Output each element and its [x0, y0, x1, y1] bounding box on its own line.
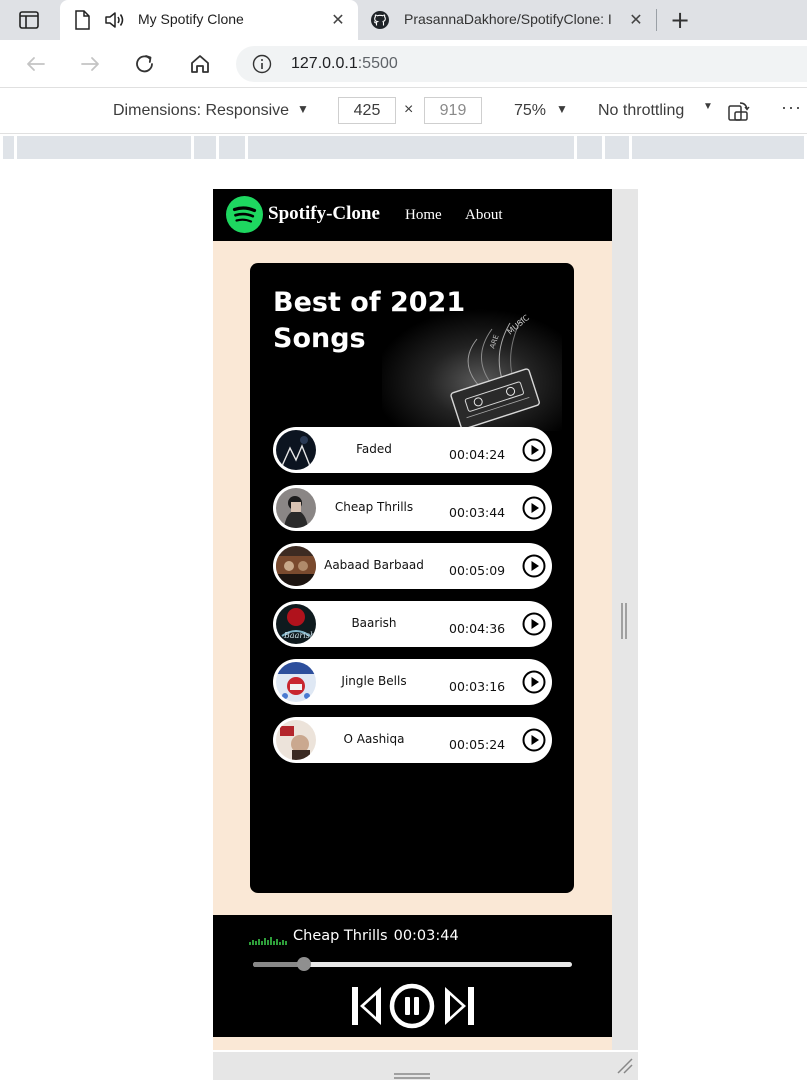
sidebar-toggle-icon[interactable] [18, 9, 40, 31]
media-query-segment[interactable] [17, 136, 191, 159]
caret-down-icon[interactable]: ▼ [703, 101, 713, 112]
zoom-select[interactable]: 75% [514, 102, 546, 120]
song-duration: 00:04:36 [449, 621, 506, 636]
media-query-segment[interactable] [632, 136, 804, 159]
resize-handle-bottom-icon[interactable] [394, 1064, 430, 1079]
speaker-icon[interactable] [104, 9, 126, 35]
url-port: :5500 [357, 55, 398, 72]
media-query-segment[interactable] [194, 136, 216, 159]
media-query-bar[interactable] [0, 136, 807, 159]
song-name: Aabaad Barbaad [324, 558, 424, 572]
player-bar: Cheap Thrills 00:03:44 [213, 915, 612, 1037]
close-tab-icon[interactable]: ✕ [327, 9, 349, 31]
tab-github-spotifyclone[interactable]: PrasannaDakhore/SpotifyClone: I ✕ [362, 0, 654, 40]
song-item[interactable]: Jingle Bells 00:03:16 [273, 659, 552, 705]
song-cover-image [276, 488, 316, 528]
nav-link-about[interactable]: About [465, 207, 503, 224]
more-options-icon[interactable]: ··· [781, 97, 802, 118]
device-toolbar: Dimensions: Responsive ▼ 425 × 919 75% ▼… [0, 89, 807, 134]
song-item[interactable]: Cheap Thrills 00:03:44 [273, 485, 552, 531]
media-query-segment[interactable] [577, 136, 602, 159]
url-input[interactable]: 127.0.0.1:5500 [236, 46, 807, 82]
song-duration: 00:05:24 [449, 737, 506, 752]
song-duration: 00:03:16 [449, 679, 506, 694]
play-icon[interactable] [522, 728, 546, 752]
play-icon[interactable] [522, 496, 546, 520]
song-name: O Aashiqa [343, 732, 405, 746]
previous-icon[interactable] [351, 985, 383, 1031]
song-item[interactable]: Baarish Baarish 00:04:36 [273, 601, 552, 647]
document-icon [74, 10, 90, 34]
tab-my-spotify-clone[interactable]: My Spotify Clone ✕ [60, 0, 358, 40]
tab-divider [656, 9, 657, 31]
song-cover-image [276, 430, 316, 470]
song-name: Cheap Thrills [334, 500, 414, 514]
browser-tab-bar: My Spotify Clone ✕ PrasannaDakhore/Spoti… [0, 0, 807, 40]
song-name: Baarish [351, 616, 397, 630]
media-query-segment[interactable] [248, 136, 574, 159]
tab-title: PrasannaDakhore/SpotifyClone: I [404, 11, 612, 27]
width-input[interactable]: 425 [338, 97, 396, 124]
song-cover-image: Baarish [276, 604, 316, 644]
playlist-container: ARE MUSIC Best of 2021 Songs Faded 00:04… [250, 263, 574, 893]
svg-text:Baarish: Baarish [283, 631, 315, 640]
next-icon[interactable] [443, 985, 475, 1031]
device-viewport: Spotify-Clone Home About ARE MUSIC Best … [213, 189, 612, 1050]
song-name: Faded [356, 442, 392, 456]
dimensions-select[interactable]: Dimensions: Responsive [113, 102, 289, 120]
song-name: Jingle Bells [341, 674, 407, 688]
pause-icon[interactable] [389, 983, 435, 1033]
song-item[interactable]: O Aashiqa 00:05:24 [273, 717, 552, 763]
info-icon[interactable] [252, 54, 272, 78]
play-icon[interactable] [522, 670, 546, 694]
dimension-separator: × [404, 101, 414, 118]
song-cover-image [276, 720, 316, 760]
height-input[interactable]: 919 [424, 97, 482, 124]
spotify-logo-icon[interactable] [226, 196, 263, 233]
progress-thumb[interactable] [297, 957, 311, 971]
resize-handle-right-icon[interactable] [620, 603, 628, 639]
song-item[interactable]: Aabaad Barbaad 00:05:09 [273, 543, 552, 589]
home-icon[interactable] [186, 50, 214, 78]
equalizer-animation [249, 937, 287, 945]
playlist-title: Best of 2021 Songs [273, 287, 466, 354]
nav-link-home[interactable]: Home [405, 207, 442, 224]
address-bar: 127.0.0.1:5500 [0, 40, 807, 88]
rotate-icon[interactable] [727, 100, 751, 127]
song-duration: 00:05:09 [449, 563, 506, 578]
navbar: Spotify-Clone Home About [213, 189, 612, 241]
play-icon[interactable] [522, 612, 546, 636]
url-text: 127.0.0.1:5500 [291, 55, 398, 73]
caret-down-icon[interactable]: ▼ [297, 102, 309, 116]
caret-down-icon[interactable]: ▼ [556, 102, 568, 116]
refresh-icon[interactable] [131, 50, 159, 78]
play-icon[interactable] [522, 438, 546, 462]
url-host: 127.0.0.1 [291, 55, 358, 72]
song-item[interactable]: Faded 00:04:24 [273, 427, 552, 473]
now-playing-info: Cheap Thrills 00:03:44 [293, 928, 459, 944]
throttling-select[interactable]: No throttling [598, 102, 684, 120]
new-tab-icon[interactable]: + [666, 6, 694, 34]
song-cover-image [276, 546, 316, 586]
back-icon[interactable] [22, 50, 50, 78]
media-query-segment[interactable] [605, 136, 629, 159]
close-tab-icon[interactable]: ✕ [625, 9, 647, 31]
song-duration: 00:03:44 [449, 505, 506, 520]
now-playing-duration: 00:03:44 [393, 928, 459, 944]
media-query-segment[interactable] [3, 136, 14, 159]
forward-icon[interactable] [76, 50, 104, 78]
resize-handle-corner-icon[interactable] [616, 1057, 634, 1079]
song-cover-image [276, 662, 316, 702]
github-icon [370, 10, 390, 34]
play-icon[interactable] [522, 554, 546, 578]
progress-slider[interactable] [253, 957, 572, 971]
now-playing-song: Cheap Thrills [293, 928, 388, 944]
tab-title: My Spotify Clone [138, 11, 244, 27]
song-duration: 00:04:24 [449, 447, 506, 462]
brand-name[interactable]: Spotify-Clone [268, 203, 380, 225]
media-query-segment[interactable] [219, 136, 245, 159]
